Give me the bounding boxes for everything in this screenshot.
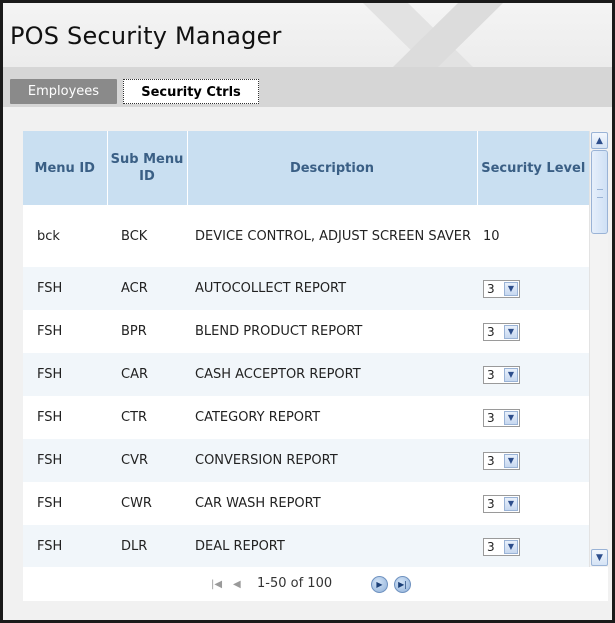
security-level-value: 3	[487, 281, 495, 296]
menu-id-cell: FSH	[37, 410, 63, 425]
description-cell: DEVICE CONTROL, ADJUST SCREEN SAVER	[195, 228, 472, 244]
table-row: FSH BPR BLEND PRODUCT REPORT 3 ▼	[23, 310, 589, 353]
table-row: FSH CVR CONVERSION REPORT 3 ▼	[23, 439, 589, 482]
menu-id-cell: FSH	[37, 496, 63, 511]
scroll-up-icon[interactable]: ▲	[591, 132, 608, 149]
title-bar: POS Security Manager	[3, 3, 612, 67]
chevron-down-icon[interactable]: ▼	[504, 281, 518, 296]
sub-menu-id-cell: ACR	[107, 267, 187, 310]
security-level-value: 3	[487, 539, 495, 554]
menu-id-cell: FSH	[37, 324, 63, 339]
menu-id-cell: bck	[37, 228, 60, 244]
security-level-value: 3	[487, 367, 495, 382]
sub-menu-id-cell: CWR	[121, 496, 152, 511]
description-cell: AUTOCOLLECT REPORT	[187, 267, 477, 310]
description-cell: CAR WASH REPORT	[195, 496, 321, 511]
table-row: FSH CTR CATEGORY REPORT 3 ▼	[23, 396, 589, 439]
window-footer	[3, 601, 612, 620]
table-row: FSH CWR CAR WASH REPORT 3 ▼	[23, 482, 589, 525]
tab-bar: Employees Security Ctrls	[3, 67, 612, 107]
menu-id-cell: FSH	[23, 525, 107, 567]
sub-menu-id-cell: DLR	[107, 525, 187, 567]
chevron-down-icon[interactable]: ▼	[504, 539, 518, 554]
security-level-select[interactable]: 3 ▼	[483, 494, 520, 513]
pagination-bar: |◀ ◀ 1-50 of 100 ▶ ▶|	[23, 567, 608, 601]
chevron-down-icon[interactable]: ▼	[504, 324, 518, 339]
table-row: FSH ACR AUTOCOLLECT REPORT 3 ▼	[23, 267, 589, 310]
column-header-security-level[interactable]: Security Level	[477, 131, 589, 205]
app-window: POS Security Manager Employees Security …	[0, 0, 615, 623]
column-header-description[interactable]: Description	[187, 131, 478, 205]
page-range-text: 1-50 of 100	[257, 576, 333, 591]
tab-employees[interactable]: Employees	[10, 79, 117, 104]
grid-scroll-area[interactable]: Menu ID Sub Menu ID Description Security…	[23, 131, 589, 567]
security-level-select[interactable]: 3 ▼	[483, 322, 520, 341]
security-level-select[interactable]: 3 ▼	[483, 279, 520, 298]
chevron-down-icon[interactable]: ▼	[504, 410, 518, 425]
table-row: FSH CAR CASH ACCEPTOR REPORT 3 ▼	[23, 353, 589, 396]
sub-menu-id-cell: BPR	[121, 324, 147, 339]
scrollbar-thumb[interactable]	[591, 150, 608, 234]
app-title: POS Security Manager	[10, 22, 282, 50]
sub-menu-id-cell: BCK	[121, 228, 148, 244]
prev-page-icon[interactable]: ◀	[233, 579, 241, 590]
scroll-down-icon[interactable]: ▼	[591, 549, 608, 566]
chevron-down-icon[interactable]: ▼	[504, 453, 518, 468]
description-cell: CATEGORY REPORT	[195, 410, 321, 425]
security-level-value: 3	[487, 410, 495, 425]
security-table: Menu ID Sub Menu ID Description Security…	[23, 131, 589, 567]
column-header-sub-menu-id[interactable]: Sub Menu ID	[107, 131, 188, 205]
sub-menu-id-cell: CVR	[107, 439, 187, 482]
menu-id-cell: FSH	[23, 267, 107, 310]
tab-security-ctrls[interactable]: Security Ctrls	[123, 79, 259, 104]
header-row: Menu ID Sub Menu ID Description Security…	[23, 131, 589, 205]
chevron-down-icon[interactable]: ▼	[504, 367, 518, 382]
description-cell: DEAL REPORT	[187, 525, 477, 567]
sub-menu-id-cell: CAR	[107, 353, 187, 396]
menu-id-cell: FSH	[23, 353, 107, 396]
security-level-value: 3	[487, 324, 495, 339]
table-row: bck BCK DEVICE CONTROL, ADJUST SCREEN SA…	[23, 205, 589, 267]
security-level-select[interactable]: 3 ▼	[483, 365, 520, 384]
column-header-menu-id[interactable]: Menu ID	[23, 131, 108, 205]
table-row: FSH DLR DEAL REPORT 3 ▼	[23, 525, 589, 567]
chevron-down-icon[interactable]: ▼	[504, 496, 518, 511]
security-level-value: 10	[483, 228, 500, 244]
menu-id-cell: FSH	[23, 439, 107, 482]
description-cell: CONVERSION REPORT	[187, 439, 477, 482]
security-level-select[interactable]: 3 ▼	[483, 537, 520, 556]
security-level-value: 3	[487, 496, 495, 511]
security-level-value: 3	[487, 453, 495, 468]
security-level-select[interactable]: 3 ▼	[483, 408, 520, 427]
next-page-icon[interactable]: ▶	[371, 576, 388, 593]
sub-menu-id-cell: CTR	[121, 410, 148, 425]
description-cell: BLEND PRODUCT REPORT	[195, 324, 363, 339]
security-level-select[interactable]: 3 ▼	[483, 451, 520, 470]
description-cell: CASH ACCEPTOR REPORT	[187, 353, 477, 396]
last-page-icon[interactable]: ▶|	[394, 576, 411, 593]
security-panel: Menu ID Sub Menu ID Description Security…	[23, 131, 608, 601]
first-page-icon[interactable]: |◀	[211, 579, 222, 590]
vertical-scrollbar[interactable]: ▲ ▼	[589, 131, 608, 567]
